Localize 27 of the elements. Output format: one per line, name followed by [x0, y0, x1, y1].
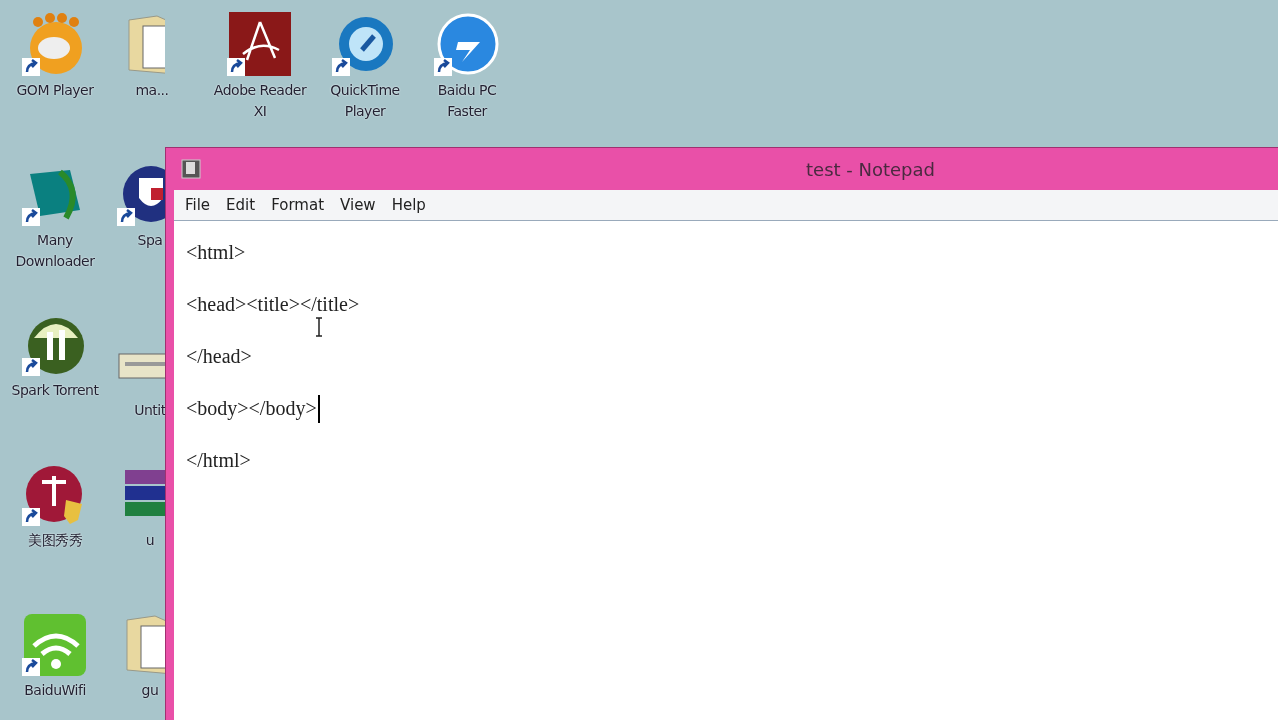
icon-label: u [145, 531, 155, 550]
menu-item[interactable]: File [178, 194, 218, 216]
menu-item[interactable]: Help [384, 194, 433, 216]
menu-item[interactable]: View [333, 194, 383, 216]
icon-label: Baidu PC Faster [436, 81, 498, 121]
code-line: <html> [186, 241, 246, 264]
icon-label: Untit [134, 401, 166, 420]
text-editor[interactable]: <html> <head><title></title> </head> <body></body> </html> [174, 221, 1278, 720]
code-line: </head> [186, 345, 252, 368]
icon-label: gu [141, 681, 159, 700]
window-title: test - Notepad [806, 158, 935, 180]
icon-label: 美图秀秀 [28, 531, 82, 550]
icon-label: BaiduWifi [24, 681, 86, 700]
menu-item[interactable]: Format [264, 194, 332, 216]
icon-label: Spa [137, 231, 163, 250]
icon-label: Spark Torrent [11, 381, 99, 400]
icon-label: QuickTime Player [329, 81, 401, 121]
notepad-icon [180, 158, 202, 180]
code-line: </html> [186, 449, 251, 472]
menu-item[interactable]: Edit [219, 194, 263, 216]
code-line: <body></body> [186, 397, 317, 420]
code-line: <head><title></title> [186, 293, 360, 316]
icon-label: ma... [135, 81, 169, 100]
icon-label: Many Downloader [14, 231, 96, 271]
icon-label: GOM Player [16, 81, 94, 100]
icon-label: Adobe Reader XI [212, 81, 308, 121]
text-cursor-icon [315, 317, 323, 337]
